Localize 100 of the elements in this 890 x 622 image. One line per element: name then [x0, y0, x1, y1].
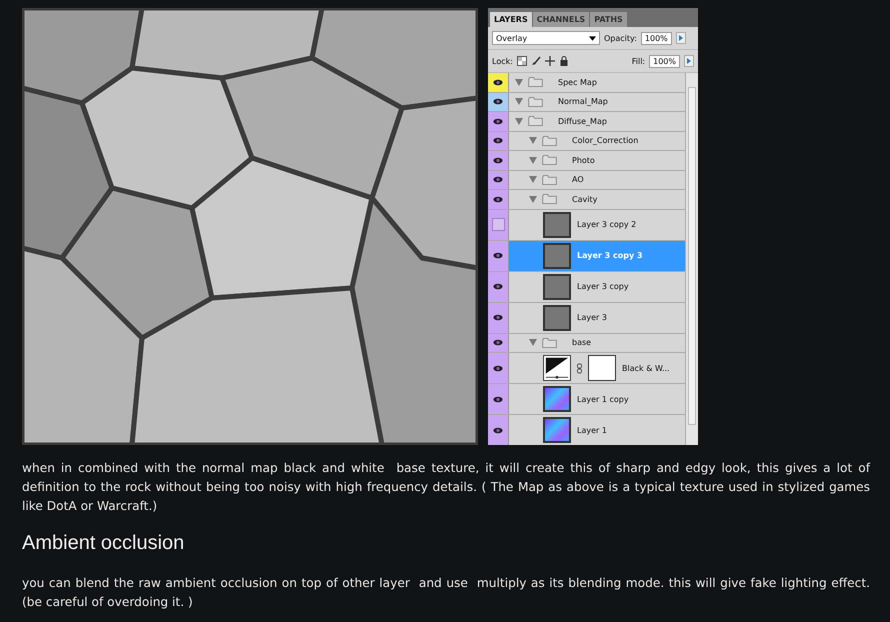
eye-cell[interactable] [488, 384, 509, 414]
normal-map-thumbnail [543, 386, 571, 412]
layer-row[interactable]: Layer 1 [488, 415, 685, 445]
folder-icon [542, 194, 557, 204]
panel-tab[interactable]: LAYERS [490, 12, 532, 27]
eye-cell[interactable] [488, 73, 509, 92]
panel-tab[interactable]: PATHS [590, 12, 627, 27]
eye-cell[interactable] [488, 353, 509, 383]
eye-cell[interactable] [488, 302, 509, 332]
disclosure-triangle-icon[interactable] [529, 137, 537, 144]
disclosure-triangle-icon[interactable] [529, 196, 537, 203]
layer-row[interactable]: Layer 3 copy 2 [488, 210, 685, 240]
eye-cell[interactable] [488, 272, 509, 302]
eye-cell[interactable] [488, 415, 509, 445]
disclosure-triangle-icon[interactable] [529, 176, 537, 184]
layer-row[interactable]: Black & W... [488, 353, 685, 384]
layer-thumbnail [543, 274, 571, 300]
panel-tab[interactable]: CHANNELS [532, 12, 590, 27]
layer-thumbnail [543, 212, 571, 238]
eye-cell[interactable] [488, 92, 509, 111]
eye-cell[interactable] [488, 170, 509, 189]
layer-row[interactable]: Normal_Map [488, 92, 685, 112]
folder-icon [528, 77, 543, 88]
disclosure-triangle-icon[interactable] [529, 156, 537, 164]
layer-name: base [572, 338, 592, 348]
normal-map-thumbnail [543, 417, 571, 443]
layer-thumbnail [543, 304, 571, 330]
eye-icon[interactable] [493, 396, 503, 402]
layer-thumbnail [543, 242, 571, 268]
layer-row[interactable]: Diffuse_Map [488, 112, 685, 132]
eye-icon[interactable] [493, 364, 503, 372]
eye-cell[interactable] [488, 151, 509, 170]
eye-icon[interactable] [493, 137, 503, 144]
layer-name: Layer 3 [577, 313, 607, 322]
paragraph: you can blend the raw ambient occlusion on top of other layer and use multiply as its blending mode. this will give fake lighting effect. (be careful of overdoing it. ) [22, 575, 870, 611]
mask-thumbnail [588, 355, 616, 381]
lock-label: Lock: [492, 56, 513, 66]
eye-icon[interactable] [493, 156, 503, 164]
lock-transparency-icon[interactable] [516, 56, 527, 66]
layer-row[interactable]: Color_Correction [488, 132, 685, 151]
folder-icon [542, 174, 557, 185]
eye-icon[interactable] [493, 196, 503, 203]
layer-row[interactable]: Photo [488, 151, 685, 170]
section-heading: Ambient occlusion [22, 532, 186, 556]
eye-icon[interactable] [493, 283, 503, 290]
layer-name: Diffuse_Map [558, 116, 607, 126]
arrow-icon[interactable] [684, 55, 694, 67]
fill-label: Fill: [632, 56, 646, 66]
layer-name: Color_Correction [572, 136, 638, 146]
layer-name: Layer 1 copy [577, 394, 629, 404]
fill-field[interactable]: 100% [649, 54, 680, 68]
move-icon[interactable] [544, 56, 555, 66]
lock-icon[interactable] [558, 56, 569, 66]
eye-icon[interactable] [493, 118, 503, 125]
layer-row[interactable]: Layer 3 copy [488, 272, 685, 302]
layer-name: Layer 1 [577, 426, 607, 434]
opacity-label: Opacity: [604, 34, 637, 42]
folder-icon [528, 116, 543, 126]
eye-icon[interactable] [493, 252, 503, 259]
disclosure-triangle-icon[interactable] [529, 339, 537, 346]
arrow-icon[interactable] [676, 32, 686, 44]
layer-name: Layer 3 copy [577, 282, 629, 291]
scrollbar[interactable] [685, 73, 698, 445]
eye-icon[interactable] [493, 426, 503, 434]
folder-icon [542, 136, 557, 146]
eye-cell[interactable] [488, 132, 509, 150]
layer-name: Photo [572, 156, 595, 165]
layer-row[interactable]: base [488, 334, 685, 353]
caret-icon[interactable] [589, 36, 596, 40]
layer-name: Spec Map [558, 78, 597, 87]
eye-cell[interactable] [488, 190, 509, 208]
eye-cell[interactable] [488, 112, 509, 130]
eye-icon[interactable] [493, 176, 503, 184]
folder-icon [542, 155, 557, 166]
blend-mode-dropdown[interactable]: Overlay [492, 31, 600, 45]
opacity-field[interactable]: 100% [640, 32, 672, 44]
eye-cell[interactable] [488, 210, 509, 240]
disclosure-triangle-icon[interactable] [515, 78, 523, 86]
disclosure-triangle-icon[interactable] [515, 98, 523, 106]
layer-row[interactable]: Spec Map [488, 73, 685, 92]
eye-cell[interactable] [488, 334, 509, 352]
chain-icon [577, 362, 582, 374]
brush-icon[interactable] [530, 56, 541, 66]
layer-name: Layer 3 copy 2 [577, 220, 636, 229]
layer-row[interactable]: Cavity [488, 190, 685, 210]
layer-row[interactable]: Layer 3 [488, 302, 685, 334]
layer-row[interactable]: AO [488, 170, 685, 190]
adjustment-thumbnail-icon [543, 355, 571, 381]
paragraph: when in combined with the normal map black and white base texture, it will create this of sharp and edgy look, this gives a lot of definition to the rock without being too noisy with high frequency details. ( The Map as above is a typical texture used in stylized games like DotA or Warcraft.) [22, 460, 870, 515]
eye-icon[interactable] [493, 314, 503, 321]
layer-name: AO [572, 175, 584, 184]
eye-icon[interactable] [493, 339, 503, 346]
layer-name: Cavity [572, 194, 598, 204]
eye-cell[interactable] [488, 240, 509, 270]
disclosure-triangle-icon[interactable] [515, 118, 523, 125]
layer-name: Layer 3 copy 3 [577, 251, 643, 260]
layer-name: Normal_Map [558, 97, 608, 106]
eye-icon[interactable] [493, 98, 503, 106]
eye-icon[interactable] [493, 78, 503, 86]
layer-row[interactable]: Layer 1 copy [488, 384, 685, 415]
